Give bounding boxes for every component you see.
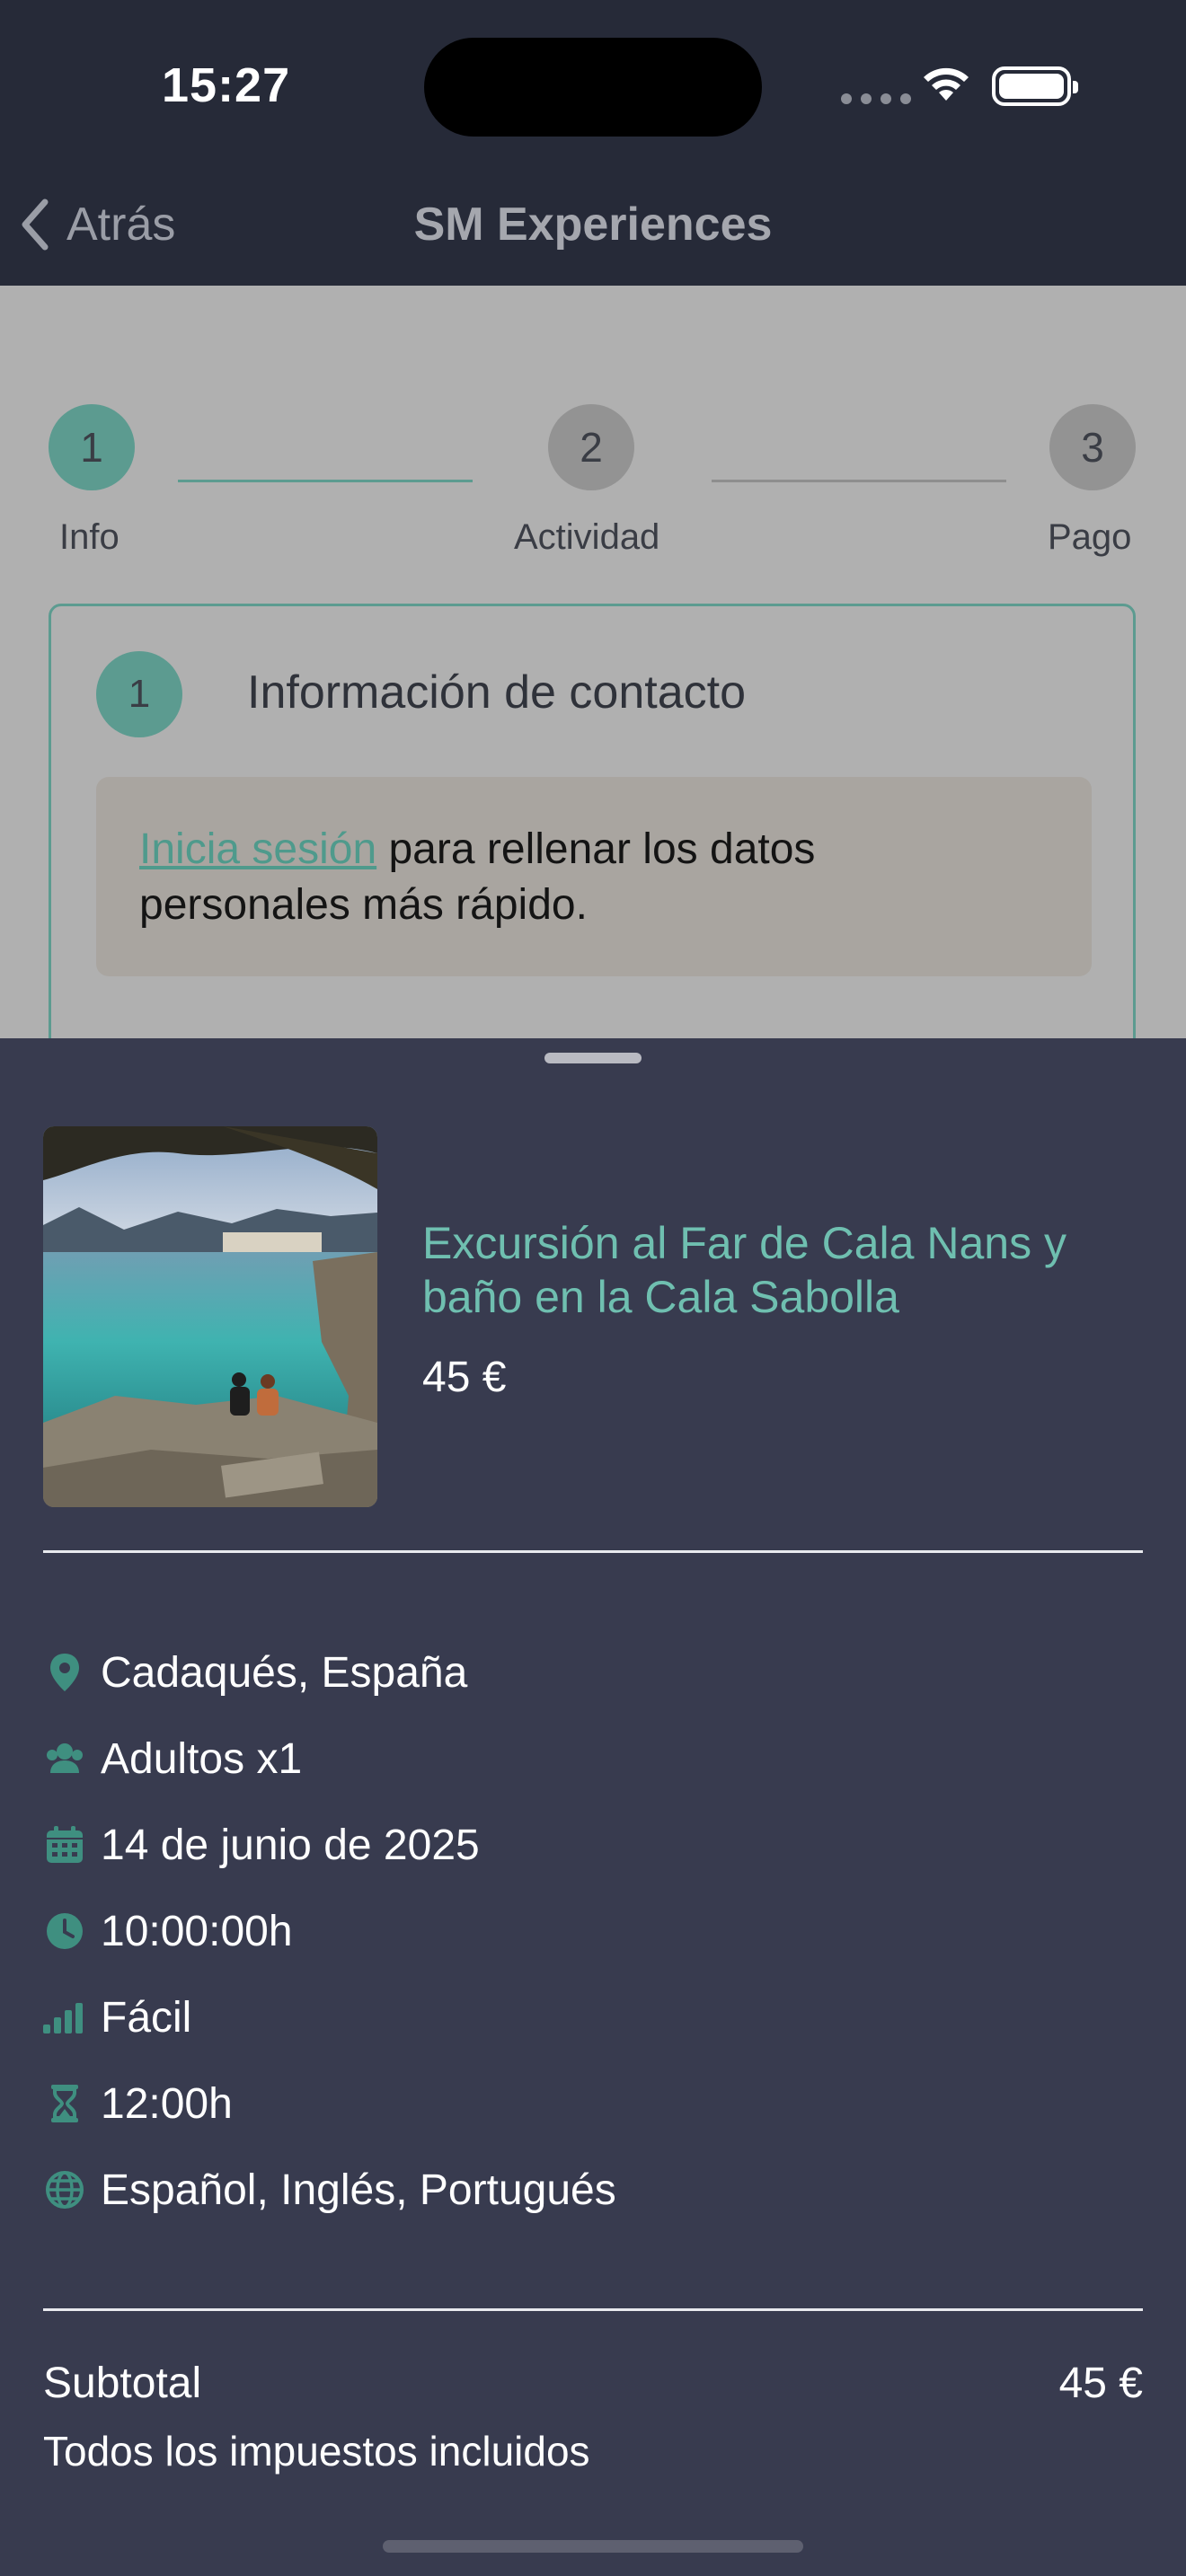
booking-summary-sheet: Excursión al Far de Cala Nans y baño en … — [0, 1038, 1186, 2576]
step-1-label: Info — [59, 517, 119, 557]
dynamic-island — [424, 38, 762, 137]
difficulty-bars-icon — [43, 1996, 86, 2039]
detail-languages: Español, Inglés, Portugués — [43, 2163, 616, 2217]
cellular-signal-icon — [841, 93, 913, 106]
contact-info-card: 1 Información de contacto Inicia sesión … — [49, 604, 1136, 1040]
sheet-drag-handle[interactable] — [544, 1053, 642, 1063]
divider — [43, 2308, 1143, 2311]
top-bar: 15:27 Atrás SM Experiences — [0, 0, 1186, 286]
step-2-label: Actividad — [514, 517, 660, 557]
step-1-circle[interactable]: 1 — [49, 404, 135, 490]
page-title: SM Experiences — [413, 198, 773, 251]
subtotal-value: 45 € — [1058, 2360, 1143, 2407]
detail-participants: Adultos x1 — [43, 1732, 302, 1786]
step-3-circle[interactable]: 3 — [1049, 404, 1136, 490]
product-price: 45 € — [422, 1354, 507, 1401]
detail-time: 10:00:00h — [43, 1904, 293, 1958]
globe-icon — [43, 2168, 86, 2211]
step-connector-2 — [712, 480, 1006, 482]
calendar-icon — [43, 1823, 86, 1866]
status-time: 15:27 — [162, 58, 291, 112]
product-image — [43, 1126, 377, 1507]
location-pin-icon — [43, 1651, 86, 1694]
home-indicator[interactable] — [383, 2540, 803, 2553]
login-link[interactable]: Inicia sesión — [139, 825, 376, 873]
product-title: Excursión al Far de Cala Nans y baño en … — [422, 1218, 1067, 1322]
step-2-circle[interactable]: 2 — [548, 404, 634, 490]
detail-location: Cadaqués, España — [43, 1645, 467, 1699]
step-3-label: Pago — [1048, 517, 1132, 557]
step-connector-1 — [178, 480, 473, 482]
wifi-icon — [920, 63, 972, 107]
login-notice-text: Inicia sesión para rellenar los datos pe… — [139, 822, 1038, 933]
divider — [43, 1550, 1143, 1553]
clock-icon — [43, 1910, 86, 1953]
detail-date: 14 de junio de 2025 — [43, 1818, 480, 1872]
section-title: Información de contacto — [247, 666, 746, 719]
people-icon — [43, 1737, 86, 1780]
section-number-badge: 1 — [96, 651, 182, 737]
login-notice: Inicia sesión para rellenar los datos pe… — [96, 777, 1092, 976]
detail-duration: 12:00h — [43, 2077, 233, 2130]
subtotal-label: Subtotal — [43, 2360, 202, 2407]
checkout-page-dimmed: 1 2 3 Info Actividad Pago 1 Información … — [0, 286, 1186, 1040]
detail-difficulty: Fácil — [43, 1990, 191, 2044]
hourglass-icon — [43, 2082, 86, 2125]
battery-icon — [992, 66, 1078, 106]
tax-note: Todos los impuestos incluidos — [43, 2428, 590, 2475]
